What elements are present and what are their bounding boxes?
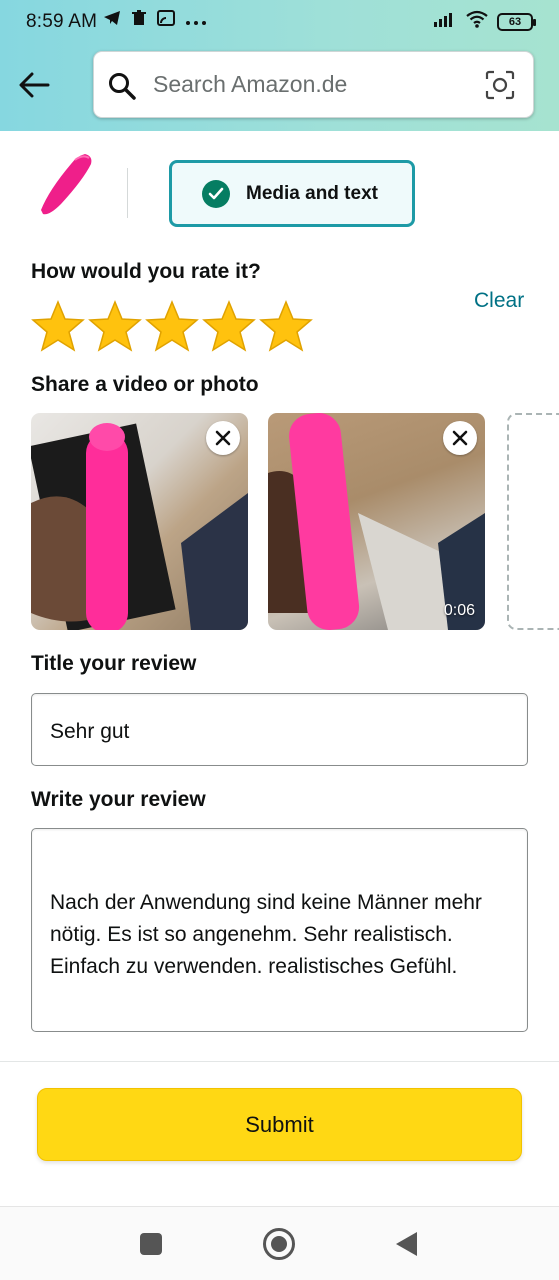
wifi-icon: [465, 10, 489, 34]
chip-label: Media and text: [246, 182, 378, 204]
video-duration: 0:06: [443, 602, 475, 619]
review-text-area[interactable]: Nach der Anwendung sind keine Männer meh…: [31, 828, 528, 1032]
divider: [0, 1061, 559, 1062]
add-media-slot[interactable]: [507, 413, 559, 630]
uploaded-photo[interactable]: [31, 413, 248, 630]
status-notification-icons: [103, 10, 207, 31]
status-time: 8:59 AM: [26, 11, 98, 32]
home-icon[interactable]: [262, 1227, 296, 1261]
rating-question: How would you rate it?: [31, 260, 261, 283]
star-rating[interactable]: [31, 300, 313, 352]
trash-icon: [131, 10, 147, 31]
clear-rating-link[interactable]: Clear: [474, 289, 524, 313]
recent-apps-icon[interactable]: [134, 1227, 168, 1261]
search-icon: [108, 72, 136, 105]
battery-icon: 63: [497, 13, 536, 31]
cast-icon: [157, 10, 175, 31]
review-title-value: Sehr gut: [50, 720, 130, 743]
signal-icon: [433, 11, 457, 33]
star-icon[interactable]: [88, 300, 142, 352]
back-arrow-icon[interactable]: [16, 67, 52, 103]
telegram-icon: [103, 10, 121, 31]
star-icon[interactable]: [31, 300, 85, 352]
divider: [127, 168, 128, 218]
search-input[interactable]: Search Amazon.de: [153, 71, 347, 98]
star-icon[interactable]: [145, 300, 199, 352]
system-nav-bar: [0, 1206, 559, 1280]
star-icon[interactable]: [259, 300, 313, 352]
search-bar[interactable]: Search Amazon.de: [93, 51, 534, 118]
status-system-icons: 63: [433, 10, 536, 34]
remove-media-button[interactable]: [443, 421, 477, 455]
review-text-value: Nach der Anwendung sind keine Männer meh…: [50, 891, 482, 978]
submit-button[interactable]: Submit: [37, 1088, 522, 1161]
review-title-field[interactable]: Sehr gut: [31, 693, 528, 766]
status-bar: 8:59 AM 63: [0, 0, 559, 44]
media-carousel[interactable]: 0:06: [31, 413, 559, 630]
media-and-text-chip[interactable]: Media and text: [169, 160, 415, 227]
back-triangle-icon[interactable]: [389, 1227, 423, 1261]
product-thumbnail: [31, 150, 101, 220]
top-bar: 8:59 AM 63 Search Amazon.de: [0, 0, 559, 131]
camera-icon[interactable]: [485, 70, 515, 105]
star-icon[interactable]: [202, 300, 256, 352]
review-label: Write your review: [31, 788, 206, 811]
check-circle-icon: [202, 179, 230, 208]
media-heading: Share a video or photo: [31, 373, 259, 396]
title-label: Title your review: [31, 652, 197, 675]
uploaded-video[interactable]: 0:06: [268, 413, 485, 630]
more-dots-icon: [185, 11, 207, 31]
remove-media-button[interactable]: [206, 421, 240, 455]
